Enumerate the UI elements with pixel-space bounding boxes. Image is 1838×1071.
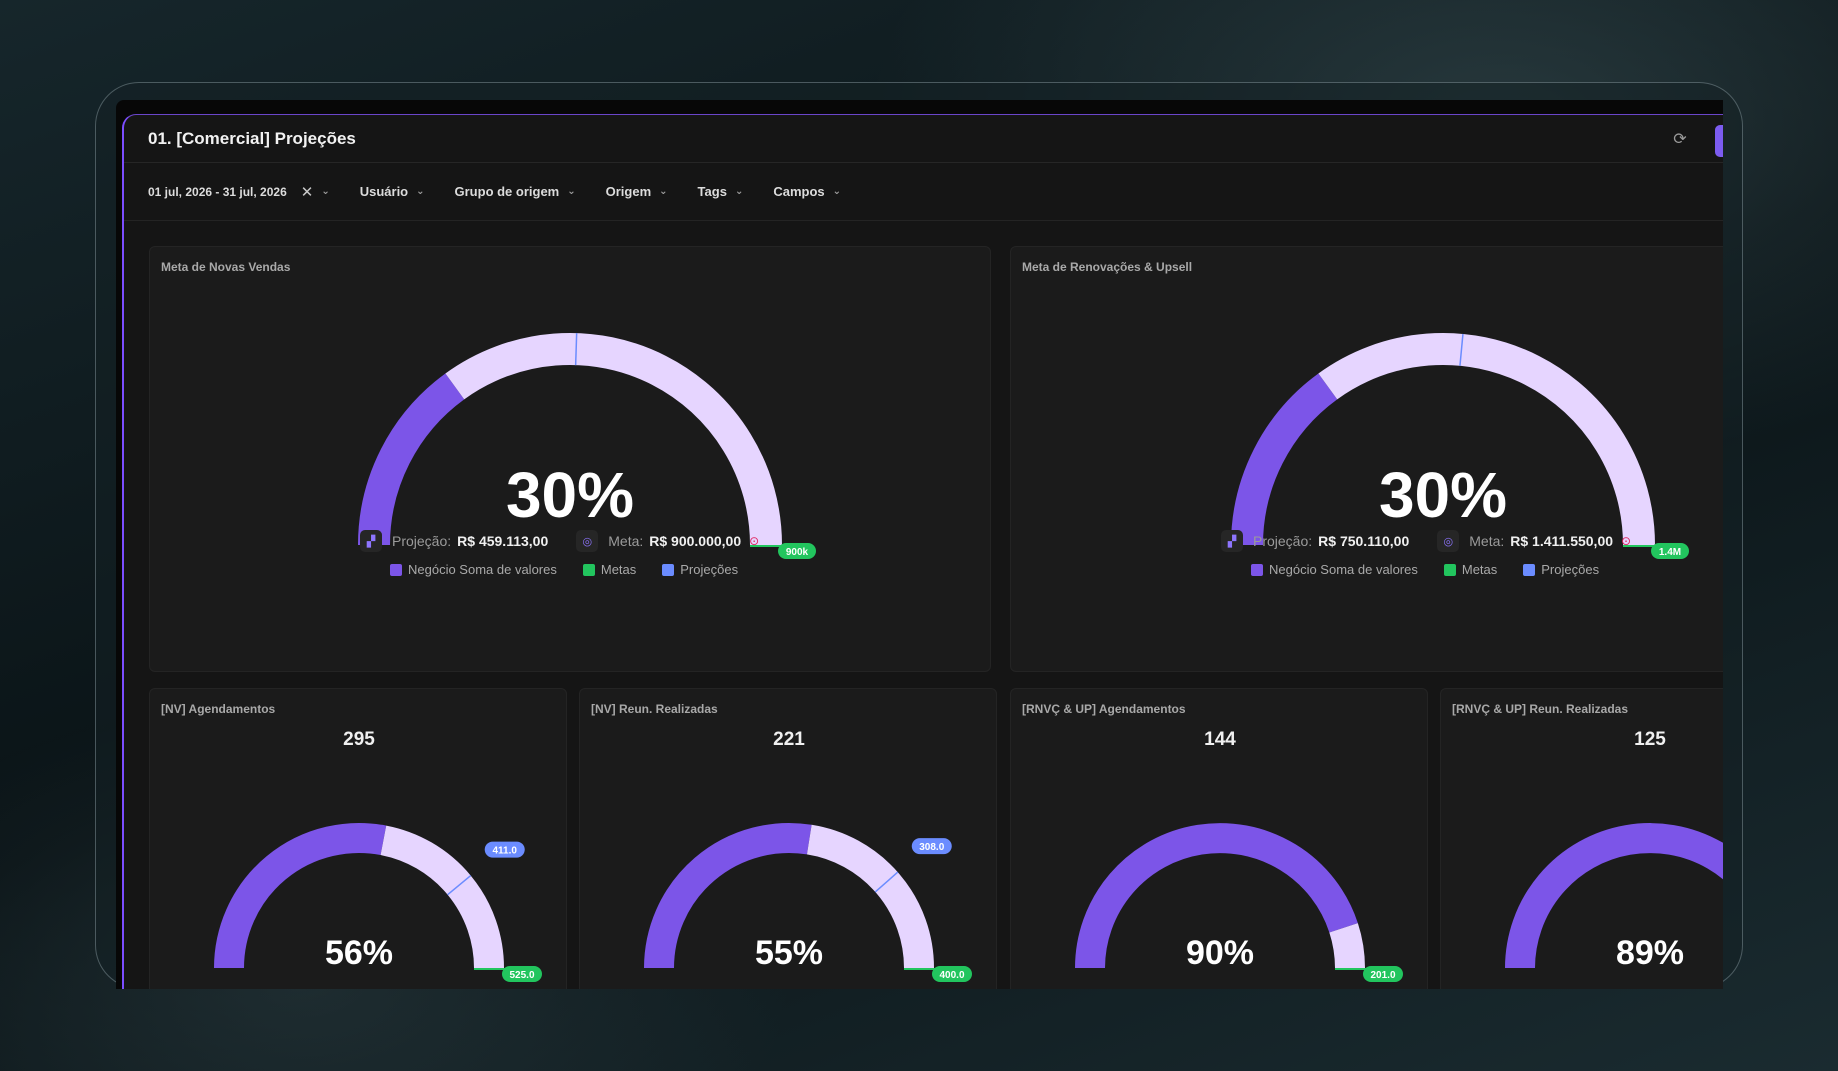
chevron-down-icon: ⌄ <box>832 186 842 197</box>
filter-campos[interactable]: Campos ⌄ <box>773 184 841 199</box>
chart-icon: ▞ <box>1221 530 1243 552</box>
close-icon[interactable]: ✕ <box>301 183 314 201</box>
projection-meta-line: ▞ Projeção: R$ 459.113,00 ◎ Meta: R$ 900… <box>360 530 759 552</box>
goal-status-icon: ⊙ <box>749 534 760 548</box>
target-icon: ◎ <box>1437 530 1460 552</box>
gauge-percent: 89% <box>1616 934 1684 972</box>
page-title: 01. [Comercial] Projeções <box>148 128 356 148</box>
projection-pill-text: 308.0 <box>919 842 944 853</box>
projection-meta-line: ▞ Projeção: R$ 750.110,00 ◎ Meta: R$ 1.4… <box>1221 530 1631 552</box>
gauge-chart: 30% 1.4M <box>1231 333 1689 559</box>
meta-value: R$ 1.411.550,00 <box>1510 533 1614 549</box>
chevron-down-icon: ⌄ <box>567 186 576 197</box>
screen: 01. [Comercial] Projeções ⟳ 01 jul, 2026… <box>116 100 1723 989</box>
gauge-percent: 56% <box>325 934 393 972</box>
legend-label: Metas <box>1461 562 1498 577</box>
meta-label: Meta: <box>608 533 644 549</box>
legend-label: Negócio Soma de valores <box>408 562 557 577</box>
filter-origem[interactable]: Origem ⌄ <box>606 184 668 199</box>
gauge-percent: 30% <box>1379 459 1507 531</box>
gauge-achieved-arc <box>358 373 465 546</box>
legend-swatch <box>1443 563 1456 576</box>
legend-item[interactable]: Projeções <box>1523 562 1599 577</box>
projection-value: R$ 750.110,00 <box>1318 533 1410 549</box>
date-range-filter[interactable]: 01 jul, 2026 - 31 jul, 2026 ✕ ⌄ <box>148 183 330 201</box>
goal-pill-text: 400.0 <box>939 970 964 981</box>
chevron-down-icon[interactable]: ⌄ <box>321 186 329 197</box>
gauge-remaining-arc <box>1329 923 1365 969</box>
filter-usuario[interactable]: Usuário ⌄ <box>360 184 425 199</box>
legend-label: Metas <box>600 562 637 577</box>
title-bar: 01. [Comercial] Projeções ⟳ <box>124 115 1723 163</box>
kpi-card-rnvc-up-agendamentos: [RNVÇ & UP] Agendamentos 144 90% 201.0 <box>1010 688 1428 989</box>
projection-label: Projeção: <box>392 533 452 549</box>
gauge-achieved-arc <box>1231 373 1338 546</box>
chart-legend: Negócio Soma de valores Metas Projeções <box>390 562 764 577</box>
meta-label: Meta: <box>1469 533 1505 549</box>
goal-card-novas-vendas: Meta de Novas Vendas 30% 900k ▞ Projeção… <box>149 246 991 672</box>
legend-item[interactable]: Projeções <box>662 562 738 577</box>
goal-pill-text: 1.4M <box>1659 547 1681 558</box>
goal-card-renovacoes-upsell: Meta de Renovações & Upsell 30% 1.4M ▞ P… <box>1010 246 1723 672</box>
filter-label: Grupo de origem <box>454 184 560 199</box>
gauge-remaining-arc <box>806 824 934 969</box>
legend-swatch <box>1523 563 1536 576</box>
gauge-projection-marker <box>574 333 578 366</box>
legend-label: Projeções <box>1541 562 1600 577</box>
gauge-chart: 30% 900k <box>358 333 816 559</box>
projection-pill-text: 411.0 <box>492 846 517 857</box>
goal-pill-text: 201.0 <box>1370 970 1395 981</box>
legend-item[interactable]: Metas <box>1443 562 1498 577</box>
action-button[interactable] <box>1715 125 1723 157</box>
filter-grupo-de-origem[interactable]: Grupo de origem ⌄ <box>455 184 576 199</box>
projection-value: R$ 459.113,00 <box>457 533 549 549</box>
legend-item[interactable]: Metas <box>582 562 637 577</box>
legend-swatch <box>1251 563 1263 576</box>
goal-pill-text: 900k <box>786 547 809 558</box>
filter-label: Tags <box>697 184 727 199</box>
legend-swatch <box>390 563 402 576</box>
gauge-remaining-arc <box>380 825 504 969</box>
meta-value: R$ 900.000,00 <box>649 533 742 549</box>
chevron-down-icon: ⌄ <box>659 186 668 197</box>
dashboard-window: 01. [Comercial] Projeções ⟳ 01 jul, 2026… <box>122 114 1723 989</box>
chevron-down-icon: ⌄ <box>734 186 744 197</box>
chevron-down-icon: ⌄ <box>416 186 425 197</box>
goal-status-icon: ⊙ <box>1621 534 1632 548</box>
chart-icon: ▞ <box>360 530 382 552</box>
legend-item[interactable]: Negócio Soma de valores <box>390 562 557 577</box>
chart-legend: Negócio Soma de valores Metas Projeções <box>1251 562 1625 577</box>
kpi-card-rnvc-up-reunioes-realizadas: [RNVÇ & UP] Reun. Realizadas 125 89% <box>1440 688 1723 989</box>
legend-swatch <box>662 563 675 576</box>
gauge-chart: 55% 308.0 400.0 <box>644 823 972 982</box>
filter-tags[interactable]: Tags ⌄ <box>698 184 744 199</box>
legend-label: Negócio Soma de valores <box>1269 562 1418 577</box>
kpi-card-nv-reunioes-realizadas: [NV] Reun. Realizadas 221 55% 308.0 400.… <box>579 688 997 989</box>
gauge-chart: 89% <box>1505 823 1723 972</box>
filter-label: Usuário <box>359 184 409 199</box>
filter-bar: 01 jul, 2026 - 31 jul, 2026 ✕ ⌄ Usuário … <box>124 163 1723 221</box>
gauge-percent: 55% <box>755 934 823 972</box>
gauge-chart: 90% 201.0 <box>1075 823 1403 982</box>
legend-item[interactable]: Negócio Soma de valores <box>1251 562 1418 577</box>
gauge-percent: 30% <box>506 459 634 531</box>
target-icon: ◎ <box>576 530 599 552</box>
kpi-card-nv-agendamentos: [NV] Agendamentos 295 56% 411.0 525.0 <box>149 688 567 989</box>
projection-label: Projeção: <box>1253 533 1313 549</box>
goal-pill-text: 525.0 <box>509 970 534 981</box>
gauge-chart: 56% 411.0 525.0 <box>214 823 542 982</box>
legend-label: Projeções <box>680 562 739 577</box>
gauge-percent: 90% <box>1186 934 1254 972</box>
legend-swatch <box>582 563 595 576</box>
filter-label: Origem <box>605 184 652 199</box>
date-range-value: 01 jul, 2026 - 31 jul, 2026 <box>148 184 287 199</box>
refresh-icon[interactable]: ⟳ <box>1671 131 1689 149</box>
filter-label: Campos <box>773 184 825 199</box>
